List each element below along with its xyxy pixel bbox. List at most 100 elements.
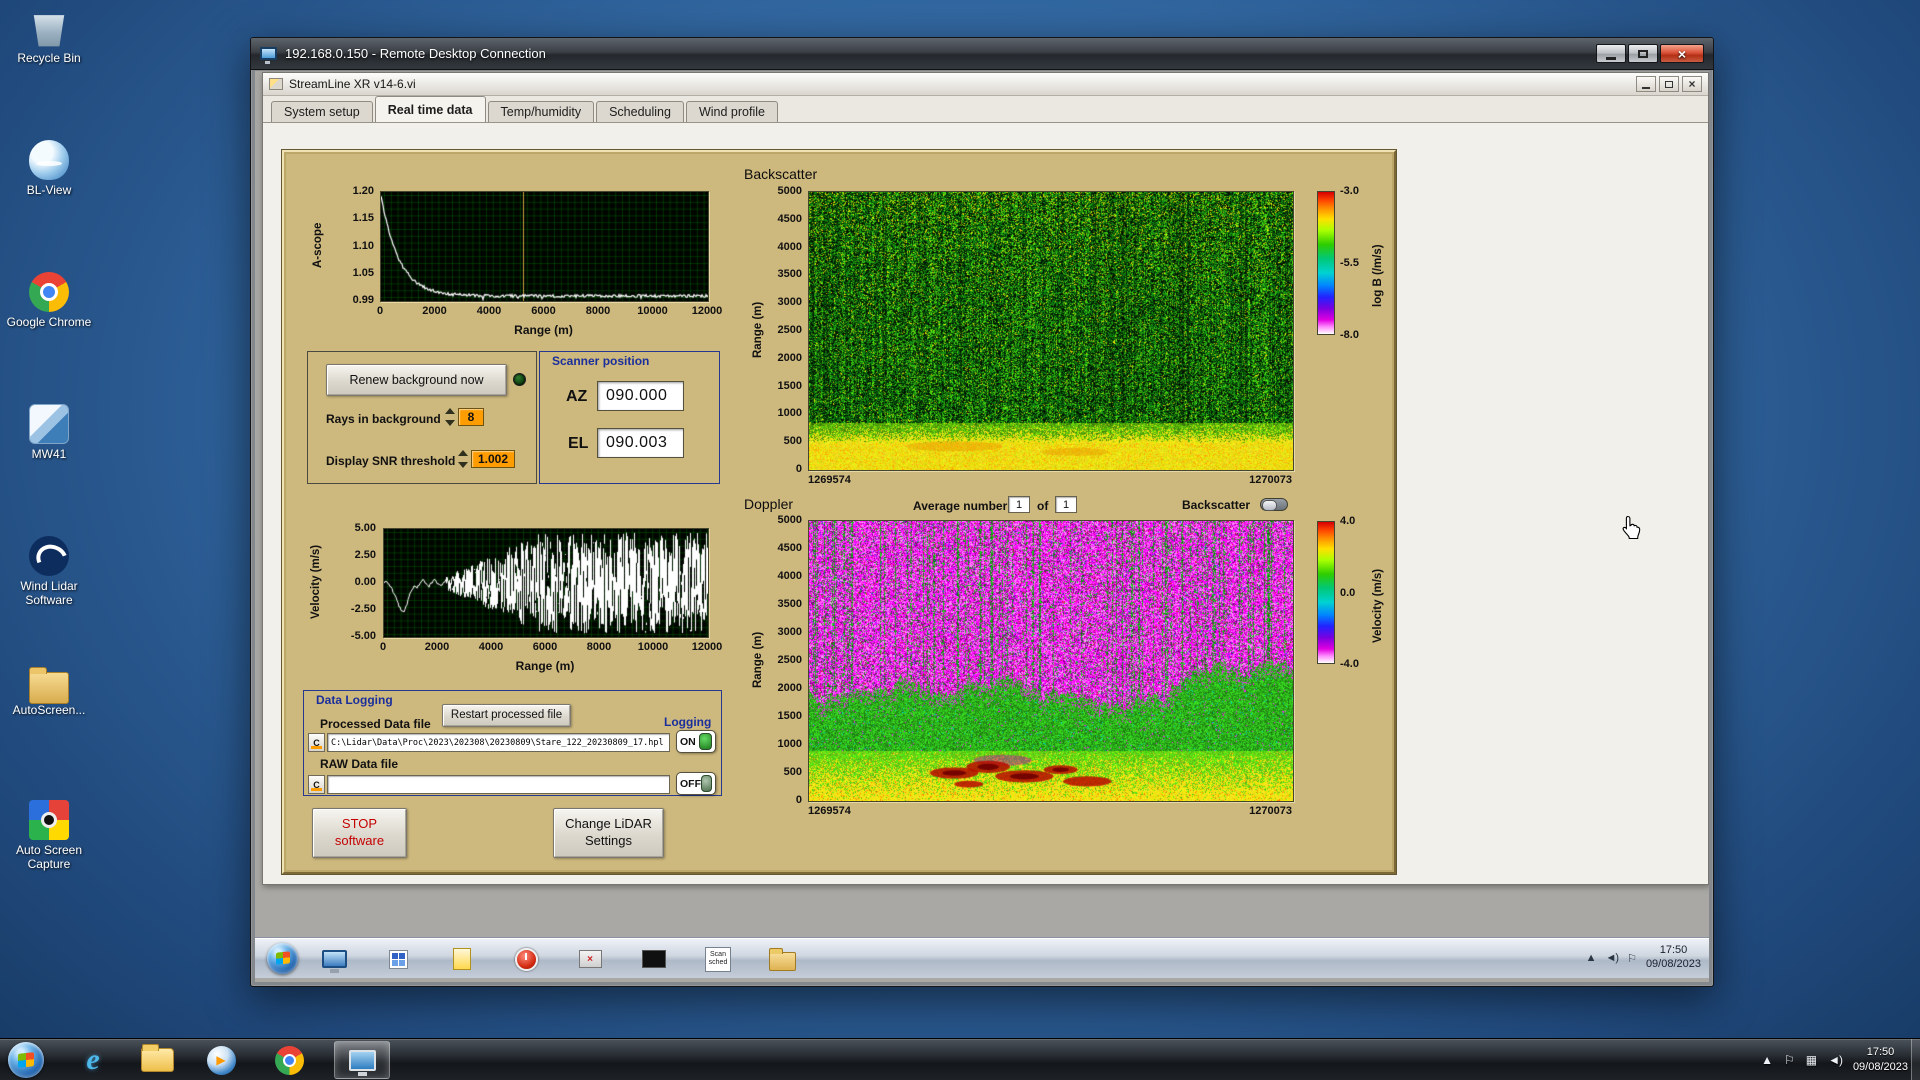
tab-scheduling[interactable]: Scheduling (596, 101, 684, 122)
backscatter-colorbar-ticks: -3.0 -5.5 -8.0 (1338, 191, 1368, 335)
hidden-icons-chevron[interactable] (1586, 952, 1597, 964)
remote-taskbar-window-icon[interactable] (575, 944, 605, 974)
monitor-icon (322, 950, 347, 968)
raw-data-file-label: RAW Data file (320, 757, 398, 771)
remote-taskbar-folder-icon[interactable] (767, 944, 797, 974)
ascope-xticks: 0 2000 4000 6000 8000 10000 12000 (380, 305, 707, 319)
remote-taskbar-grid-icon[interactable] (383, 944, 413, 974)
app-maximize-button[interactable] (1659, 76, 1679, 92)
host-taskbar: e 17:50 09/08/2023 (0, 1038, 1920, 1080)
snr-value[interactable]: 1.002 (471, 450, 515, 468)
desktop-icon-autoscreen[interactable]: AutoScreen... (2, 668, 96, 718)
axis-tick-label: -5.00 (351, 630, 376, 642)
az-value-field[interactable]: 090.000 (597, 381, 684, 411)
action-center-flag-icon[interactable] (1627, 952, 1637, 965)
backscatter-yticks: 5000 4500 4000 3500 3000 2500 2000 1500 1000 500 0 (766, 191, 804, 469)
action-center-flag-icon[interactable] (1784, 1053, 1795, 1067)
network-icon[interactable] (1806, 1053, 1817, 1067)
remote-taskbar-cmd-icon[interactable] (639, 944, 669, 974)
average-of-field[interactable]: 1 (1055, 496, 1077, 513)
axis-tick-label: 3500 (778, 268, 802, 280)
rays-value[interactable]: 8 (458, 408, 484, 426)
change-lidar-settings-button[interactable]: Change LiDAR Settings (553, 808, 664, 858)
axis-tick-label: 10000 (637, 305, 668, 317)
taskbar-windows-explorer[interactable] (134, 1041, 180, 1079)
tab-real-time-data[interactable]: Real time data (375, 96, 486, 122)
processed-logging-switch[interactable]: ON (676, 730, 716, 753)
mw41-icon (29, 404, 69, 444)
raw-path-field[interactable] (327, 775, 670, 794)
volume-icon[interactable] (1606, 952, 1619, 964)
desktop-icon-label: MW41 (2, 448, 96, 462)
rays-spinner[interactable] (445, 408, 456, 426)
remote-clock[interactable]: 17:50 09/08/2023 (1646, 944, 1701, 972)
app-close-button[interactable] (1682, 76, 1702, 92)
remote-taskbar-power-icon[interactable] (511, 944, 541, 974)
doppler-x-end: 1270073 (1192, 805, 1292, 817)
show-desktop-button[interactable] (1911, 1039, 1920, 1080)
remote-taskbar-scan-sched-icon[interactable]: Scan sched (703, 944, 733, 974)
remote-date: 09/08/2023 (1646, 958, 1701, 972)
stop-software-button[interactable]: STOP software (312, 808, 407, 858)
taskbar-chrome[interactable] (266, 1041, 312, 1079)
raw-drive-selector[interactable]: C (308, 775, 325, 794)
axis-tick-label: 4.0 (1340, 515, 1355, 527)
chrome-icon (29, 272, 69, 312)
tab-system-setup[interactable]: System setup (271, 101, 373, 122)
desktop-icon-bl-view[interactable]: BL-View (2, 140, 96, 198)
backscatter-x-start: 1269574 (808, 474, 851, 486)
backscatter-toggle-slider[interactable] (1260, 498, 1288, 511)
restart-processed-file-button[interactable]: Restart processed file (442, 704, 571, 727)
desktop-icon-wind-lidar[interactable]: Wind Lidar Software (2, 536, 96, 608)
tab-wind-profile[interactable]: Wind profile (686, 101, 778, 122)
remote-start-button[interactable] (267, 943, 298, 974)
remote-taskbar: Scan sched 17:50 09/08/2023 (255, 937, 1709, 978)
tab-temp-humidity[interactable]: Temp/humidity (488, 101, 595, 122)
axis-tick-label: 0.99 (353, 294, 374, 306)
axis-tick-label: 10000 (638, 641, 669, 653)
rdp-titlebar[interactable]: 192.168.0.150 - Remote Desktop Connectio… (251, 38, 1713, 70)
doppler-ylabel: Range (m) (750, 520, 766, 800)
desktop-icon-recycle-bin[interactable]: Recycle Bin (2, 8, 96, 66)
axis-tick-label: 12000 (692, 305, 723, 317)
clock[interactable]: 17:50 09/08/2023 (1853, 1045, 1908, 1074)
background-groupbox: Renew background now Rays in background … (307, 351, 537, 484)
raw-logging-switch[interactable]: OFF (676, 772, 716, 795)
axis-tick-label: 1.15 (353, 212, 374, 224)
auto-screen-capture-icon (29, 800, 69, 840)
rays-in-background-label: Rays in background (326, 412, 441, 426)
snr-spinner[interactable] (458, 450, 469, 468)
average-number-field[interactable]: 1 (1008, 496, 1030, 513)
desktop-icon-label: BL-View (2, 184, 96, 198)
app-titlebar[interactable]: StreamLine XR v14-6.vi (263, 73, 1708, 96)
axis-tick-label: 2.50 (355, 549, 376, 561)
taskbar-remote-desktop-active[interactable] (334, 1041, 390, 1079)
desktop-icon-auto-screen-capture[interactable]: Auto Screen Capture (2, 800, 96, 872)
doppler-colorbar (1317, 521, 1335, 664)
remote-taskbar-notes-icon[interactable] (447, 944, 477, 974)
processed-path-field[interactable]: C:\Lidar\Data\Proc\2023\202308\20230809\… (327, 733, 670, 752)
app-minimize-button[interactable] (1636, 76, 1656, 92)
tab-bar: System setup Real time data Temp/humidit… (263, 96, 1708, 123)
axis-tick-label: 6000 (531, 305, 555, 317)
processed-drive-selector[interactable]: C (308, 733, 325, 752)
renew-background-button[interactable]: Renew background now (326, 364, 507, 396)
data-logging-title: Data Logging (316, 693, 393, 707)
taskbar-internet-explorer[interactable]: e (70, 1041, 116, 1079)
rdp-window: 192.168.0.150 - Remote Desktop Connectio… (250, 37, 1714, 987)
hidden-icons-chevron[interactable] (1761, 1053, 1773, 1067)
backscatter-title: Backscatter (744, 166, 817, 182)
command-prompt-icon (642, 950, 666, 968)
start-button[interactable] (8, 1042, 44, 1078)
desktop-icon-google-chrome[interactable]: Google Chrome (2, 272, 96, 330)
velocity-plot (383, 528, 709, 638)
desktop-icon-mw41[interactable]: MW41 (2, 404, 96, 462)
volume-icon[interactable] (1828, 1053, 1842, 1067)
rdp-close-button[interactable] (1660, 44, 1704, 63)
remote-taskbar-monitor-icon[interactable] (319, 944, 349, 974)
taskbar-media-player[interactable] (198, 1041, 244, 1079)
rdp-maximize-button[interactable] (1628, 44, 1658, 63)
rdp-minimize-button[interactable] (1596, 44, 1626, 63)
el-value-field[interactable]: 090.003 (597, 428, 684, 458)
wind-lidar-icon (29, 536, 69, 576)
